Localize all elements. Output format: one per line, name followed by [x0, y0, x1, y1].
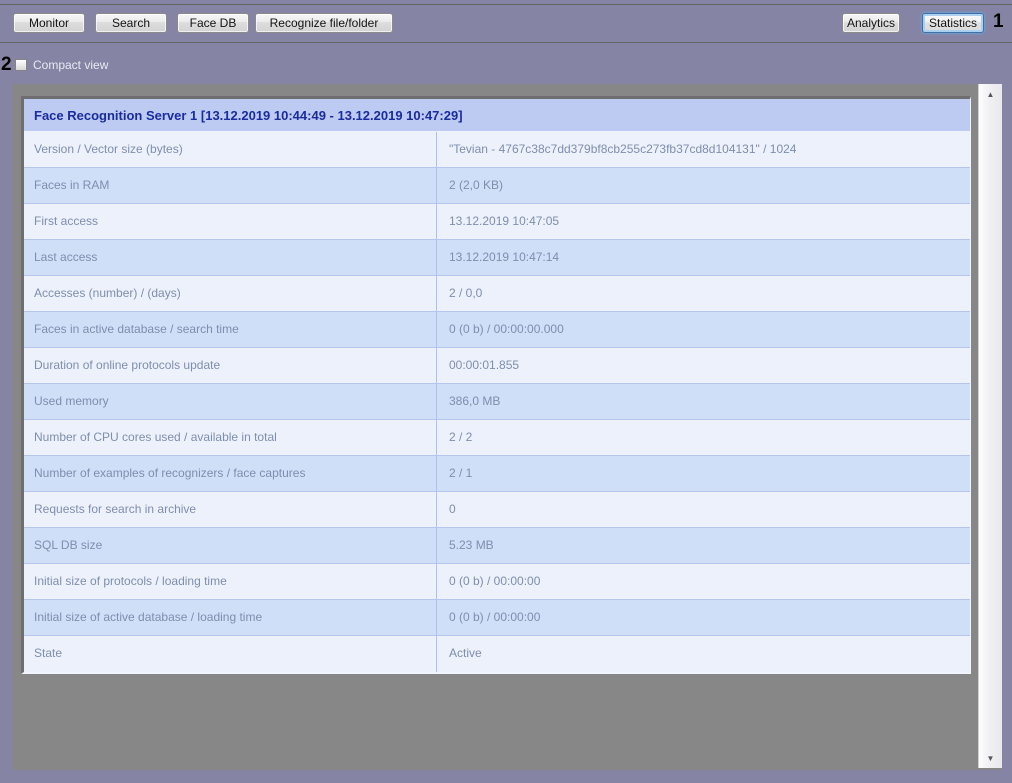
- table-row: Last access 13.12.2019 10:47:14: [24, 240, 970, 276]
- face-db-button[interactable]: Face DB: [177, 13, 249, 33]
- row-label: Duration of online protocols update: [24, 348, 437, 383]
- row-label: Last access: [24, 240, 437, 275]
- annotation-marker-2: 2: [1, 54, 12, 76]
- row-value: 13.12.2019 10:47:14: [437, 240, 970, 275]
- row-value: 0 (0 b) / 00:00:00.000: [437, 312, 970, 347]
- table-row: Number of CPU cores used / available in …: [24, 420, 970, 456]
- row-value: 2 / 2: [437, 420, 970, 455]
- row-value: 13.12.2019 10:47:05: [437, 204, 970, 239]
- recognize-file-folder-button[interactable]: Recognize file/folder: [255, 13, 393, 33]
- row-value: 5.23 MB: [437, 528, 970, 563]
- table-row: State Active: [24, 636, 970, 672]
- search-button[interactable]: Search: [95, 13, 167, 33]
- row-value: 2 (2,0 KB): [437, 168, 970, 203]
- compact-view-checkbox[interactable]: [15, 59, 27, 71]
- row-value: 0 (0 b) / 00:00:00: [437, 564, 970, 599]
- table-row: Requests for search in archive 0: [24, 492, 970, 528]
- row-label: Faces in active database / search time: [24, 312, 437, 347]
- row-value: 0 (0 b) / 00:00:00: [437, 600, 970, 635]
- table-row: Accesses (number) / (days) 2 / 0,0: [24, 276, 970, 312]
- content-panel: Face Recognition Server 1 [13.12.2019 10…: [12, 84, 1002, 770]
- row-label: Used memory: [24, 384, 437, 419]
- server-stats-table: Face Recognition Server 1 [13.12.2019 10…: [21, 96, 971, 674]
- row-label: Faces in RAM: [24, 168, 437, 203]
- table-row: Initial size of protocols / loading time…: [24, 564, 970, 600]
- scroll-up-icon[interactable]: ▲: [979, 86, 1002, 102]
- row-label: SQL DB size: [24, 528, 437, 563]
- table-row: First access 13.12.2019 10:47:05: [24, 204, 970, 240]
- compact-view-label: Compact view: [33, 58, 108, 72]
- analytics-button[interactable]: Analytics: [842, 13, 900, 33]
- table-row: Faces in active database / search time 0…: [24, 312, 970, 348]
- statistics-button[interactable]: Statistics: [922, 13, 984, 33]
- row-value: "Tevian - 4767c38c7dd379bf8cb255c273fb37…: [437, 132, 970, 167]
- row-value: Active: [437, 636, 970, 672]
- table-row: Duration of online protocols update 00:0…: [24, 348, 970, 384]
- table-row: Faces in RAM 2 (2,0 KB): [24, 168, 970, 204]
- row-label: Number of CPU cores used / available in …: [24, 420, 437, 455]
- row-value: 2 / 1: [437, 456, 970, 491]
- row-label: Version / Vector size (bytes): [24, 132, 437, 167]
- row-label: Initial size of active database / loadin…: [24, 600, 437, 635]
- row-value: 0: [437, 492, 970, 527]
- monitor-button[interactable]: Monitor: [13, 13, 85, 33]
- row-value: 386,0 MB: [437, 384, 970, 419]
- row-value: 2 / 0,0: [437, 276, 970, 311]
- row-label: Initial size of protocols / loading time: [24, 564, 437, 599]
- row-label: Requests for search in archive: [24, 492, 437, 527]
- row-label: State: [24, 636, 437, 672]
- row-value: 00:00:01.855: [437, 348, 970, 383]
- server-stats-title: Face Recognition Server 1 [13.12.2019 10…: [24, 99, 970, 132]
- row-label: Accesses (number) / (days): [24, 276, 437, 311]
- table-row: Number of examples of recognizers / face…: [24, 456, 970, 492]
- row-label: Number of examples of recognizers / face…: [24, 456, 437, 491]
- annotation-marker-1: 1: [993, 11, 1004, 33]
- table-row: Initial size of active database / loadin…: [24, 600, 970, 636]
- vertical-scrollbar[interactable]: ▲ ▼: [978, 84, 1002, 768]
- table-row: SQL DB size 5.23 MB: [24, 528, 970, 564]
- toolbar-top-divider: [0, 4, 1012, 5]
- row-label: First access: [24, 204, 437, 239]
- toolbar-bottom-divider: [0, 42, 1012, 43]
- table-row: Used memory 386,0 MB: [24, 384, 970, 420]
- scroll-down-icon[interactable]: ▼: [979, 750, 1002, 766]
- table-row: Version / Vector size (bytes) "Tevian - …: [24, 132, 970, 168]
